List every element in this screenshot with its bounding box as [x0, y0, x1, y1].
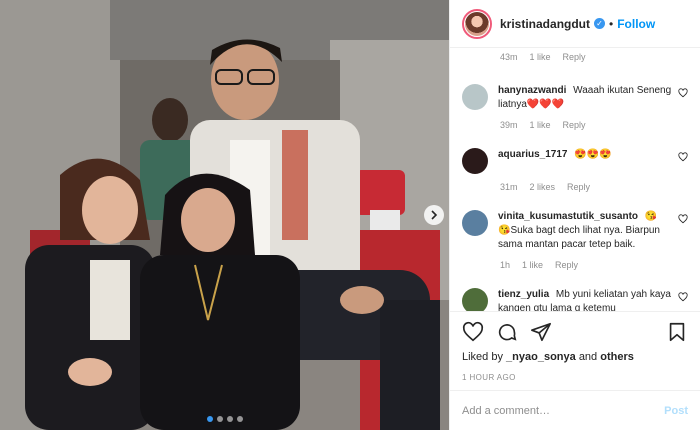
reply-button[interactable]: Reply — [567, 182, 590, 192]
commenter-username[interactable]: hanynazwandi — [498, 85, 566, 96]
author-avatar[interactable] — [462, 8, 492, 39]
follow-button[interactable]: Follow — [617, 17, 655, 31]
comments-list[interactable]: 43m 1 like Reply hanynazwandi Waaah ikut… — [450, 48, 700, 311]
comment-body: tienz_yulia Mb yuni keliatan yah kaya ka… — [498, 288, 672, 311]
comment-item: hanynazwandi Waaah ikutan Seneng liatnya… — [462, 84, 688, 112]
comment-body: hanynazwandi Waaah ikutan Seneng liatnya… — [498, 84, 672, 112]
comment-meta: 1h 1 like Reply — [462, 260, 688, 270]
commenter-username[interactable]: aquarius_1717 — [498, 149, 568, 160]
carousel-dot — [236, 416, 243, 422]
reply-button[interactable]: Reply — [555, 260, 578, 270]
comment-likes[interactable]: 1 like — [530, 120, 551, 130]
commenter-avatar[interactable] — [462, 288, 488, 311]
liked-by-text: Liked by _nyao_sonya and others — [450, 351, 700, 369]
carousel-dot — [226, 416, 233, 422]
chevron-right-icon — [431, 210, 438, 220]
post-photo[interactable] — [0, 0, 449, 430]
post-sidebar: kristinadangdut ✓ • Follow 43m 1 like Re… — [449, 0, 700, 430]
photo-scene-image — [0, 0, 449, 430]
commenter-avatar[interactable] — [462, 84, 488, 110]
reply-button[interactable]: Reply — [563, 120, 586, 130]
verified-badge-icon: ✓ — [594, 18, 606, 29]
post-comment-button[interactable]: Post — [664, 405, 688, 417]
comment-item: aquarius_1717 😍😍😍 — [462, 148, 688, 174]
liked-by-prefix: Liked by — [462, 351, 503, 363]
comment-time: 31m — [500, 182, 518, 192]
post-timestamp: 1 HOUR AGO — [462, 373, 516, 382]
reply-button[interactable]: Reply — [563, 52, 586, 62]
carousel-next-button[interactable] — [424, 205, 444, 225]
comment-input[interactable] — [462, 404, 665, 417]
comment-item: vinita_kusumastutik_susanto 😘 😘Suka bagt… — [462, 210, 688, 252]
like-comment-heart-icon[interactable] — [678, 152, 688, 162]
carousel-indicator — [0, 416, 449, 422]
comment-bubble-icon[interactable] — [496, 321, 518, 343]
comment-text: 😍😍😍 — [574, 149, 612, 160]
comment-body: vinita_kusumastutik_susanto 😘 😘Suka bagt… — [498, 210, 672, 252]
author-username[interactable]: kristinadangdut — [500, 17, 590, 31]
like-comment-heart-icon[interactable] — [678, 88, 688, 98]
commenter-username[interactable]: vinita_kusumastutik_susanto — [498, 211, 638, 222]
commenter-avatar[interactable] — [462, 210, 488, 236]
separator: • — [609, 16, 614, 31]
comment-time: 39m — [500, 120, 518, 130]
carousel-dot — [206, 416, 213, 422]
liked-by-others[interactable]: others — [600, 351, 634, 363]
like-heart-icon[interactable] — [462, 321, 484, 343]
comment-time: 1h — [500, 260, 511, 270]
liked-by-user[interactable]: _nyao_sonya — [506, 351, 576, 363]
carousel-dot — [216, 416, 223, 422]
like-comment-heart-icon[interactable] — [678, 292, 688, 302]
bookmark-icon[interactable] — [666, 321, 688, 343]
comment-meta: 39m 1 like Reply — [462, 120, 688, 130]
post-actions — [450, 311, 700, 351]
like-comment-heart-icon[interactable] — [678, 214, 688, 224]
comment-meta: 31m 2 likes Reply — [462, 182, 688, 192]
liked-by-and: and — [578, 351, 598, 363]
comment-time: 43m — [500, 52, 518, 62]
comment-body: aquarius_1717 😍😍😍 — [498, 148, 672, 162]
comment-likes[interactable]: 2 likes — [530, 182, 556, 192]
commenter-username[interactable]: tienz_yulia — [498, 289, 549, 300]
post-header: kristinadangdut ✓ • Follow — [450, 0, 700, 48]
comment-meta: 43m 1 like Reply — [462, 52, 688, 62]
comment-likes[interactable]: 1 like — [522, 260, 543, 270]
comment-item: tienz_yulia Mb yuni keliatan yah kaya ka… — [462, 288, 688, 311]
commenter-avatar[interactable] — [462, 148, 488, 174]
comment-likes[interactable]: 1 like — [530, 52, 551, 62]
add-comment-bar: Post — [450, 390, 700, 430]
instagram-post: kristinadangdut ✓ • Follow 43m 1 like Re… — [0, 0, 700, 430]
share-paper-plane-icon[interactable] — [530, 321, 552, 343]
